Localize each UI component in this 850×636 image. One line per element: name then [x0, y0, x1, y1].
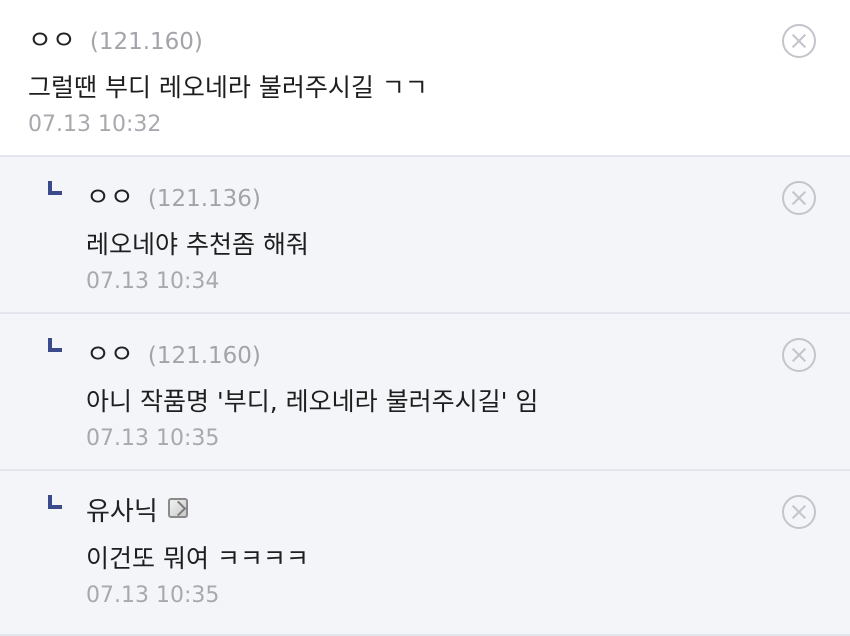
comment-author[interactable]: ㅇㅇ — [86, 177, 134, 214]
comment-text: 이건또 뭐여 ㅋㅋㅋㅋ — [86, 544, 309, 573]
comment-header: ㅇㅇ (121.136) — [86, 177, 261, 214]
comment-header: ㅇㅇ (121.160) — [28, 20, 203, 57]
comment-author[interactable]: ㅇㅇ — [86, 334, 134, 371]
comment-header: ㅇㅇ (121.160) — [86, 334, 261, 371]
reply-arrow-icon — [48, 181, 62, 195]
reply-item: 유사닉 이건또 뭐여 ㅋㅋㅋㅋ 07.13 10:35 — [0, 471, 850, 636]
comment-text: 그럴땐 부디 레오네라 불러주시길 ㄱㄱ — [28, 73, 428, 102]
comment-date: 07.13 10:35 — [86, 426, 220, 451]
reply-item: ㅇㅇ (121.136) 레오네야 추천좀 해줘 07.13 10:34 — [0, 157, 850, 314]
gonic-icon — [167, 498, 188, 518]
comment-text: 아니 작품명 '부디, 레오네라 불러주시길' 임 — [86, 387, 539, 416]
comment-author[interactable]: 유사닉 — [86, 491, 158, 528]
comment-date: 07.13 10:35 — [86, 583, 220, 608]
delete-comment-button[interactable] — [782, 24, 816, 58]
comment-ip: (121.160) — [147, 343, 261, 369]
comment-ip: (121.160) — [89, 29, 203, 55]
comment-item: ㅇㅇ (121.160) 그럴땐 부디 레오네라 불러주시길 ㄱㄱ 07.13 … — [0, 0, 850, 157]
comment-header: 유사닉 — [86, 491, 188, 528]
delete-comment-button[interactable] — [782, 495, 816, 529]
reply-arrow-icon — [48, 338, 62, 352]
comment-ip: (121.136) — [147, 186, 261, 212]
comment-date: 07.13 10:34 — [86, 269, 220, 294]
comment-text: 레오네야 추천좀 해줘 — [86, 230, 309, 259]
delete-comment-button[interactable] — [782, 181, 816, 215]
comment-author[interactable]: ㅇㅇ — [28, 20, 76, 57]
reply-item: ㅇㅇ (121.160) 아니 작품명 '부디, 레오네라 불러주시길' 임 0… — [0, 314, 850, 471]
comment-date: 07.13 10:32 — [28, 112, 162, 137]
delete-comment-button[interactable] — [782, 338, 816, 372]
reply-arrow-icon — [48, 495, 62, 509]
